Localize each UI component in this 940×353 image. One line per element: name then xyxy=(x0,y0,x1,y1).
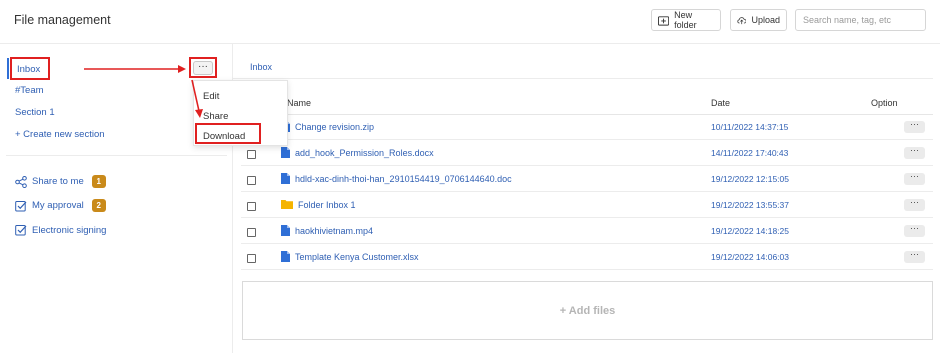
row-checkbox[interactable] xyxy=(247,202,256,211)
folder-name[interactable]: Folder Inbox 1 xyxy=(298,200,356,210)
file-icon xyxy=(281,225,290,236)
sidebar-divider xyxy=(6,155,227,156)
file-name[interactable]: add_hook_Permission_Roles.docx xyxy=(295,148,434,158)
checkbox-icon xyxy=(15,200,27,211)
top-bar: File management New folder Upload xyxy=(0,0,940,44)
row-options-button[interactable]: ··· xyxy=(904,120,925,133)
annotation-box-more-button xyxy=(189,57,217,78)
file-icon xyxy=(281,147,290,158)
sidebar-item-section-1[interactable]: Section 1 xyxy=(15,107,55,118)
checkbox-icon xyxy=(15,225,27,236)
column-header-option: Option xyxy=(871,98,898,108)
electronic-signing-label: Electronic signing xyxy=(32,224,107,236)
breadcrumb-divider xyxy=(233,78,933,79)
page-title: File management xyxy=(14,13,111,27)
create-section-link[interactable]: + Create new section xyxy=(15,129,105,140)
new-folder-icon xyxy=(658,15,670,26)
file-date: 19/12/2022 14:18:25 xyxy=(711,226,789,236)
row-checkbox[interactable] xyxy=(247,228,256,237)
folder-icon xyxy=(281,200,293,209)
row-options-button[interactable]: ··· xyxy=(904,146,925,159)
table-row[interactable]: Folder Inbox 1 19/12/2022 13:55:37 ··· xyxy=(241,192,933,218)
cloud-upload-icon xyxy=(737,16,747,24)
search-input[interactable] xyxy=(795,9,926,31)
upload-label: Upload xyxy=(751,15,780,25)
row-options-button[interactable]: ··· xyxy=(904,172,925,185)
file-name[interactable]: Template Kenya Customer.xlsx xyxy=(295,252,419,262)
file-name[interactable]: hdld-xac-dinh-thoi-han_2910154419_070614… xyxy=(295,174,512,184)
annotation-box-inbox xyxy=(10,57,50,80)
row-checkbox[interactable] xyxy=(247,176,256,185)
file-icon xyxy=(281,251,290,262)
row-options-button[interactable]: ··· xyxy=(904,224,925,237)
my-approval-link[interactable]: My approval 2 xyxy=(15,199,106,212)
table-row[interactable]: haokhivietnam.mp4 19/12/2022 14:18:25 ··… xyxy=(241,218,933,244)
file-date: 19/12/2022 12:15:05 xyxy=(711,174,789,184)
menu-item-share[interactable]: Share xyxy=(203,111,228,122)
share-icon xyxy=(15,175,27,188)
table-row[interactable]: hdld-xac-dinh-thoi-han_2910154419_070614… xyxy=(241,166,933,192)
table-row[interactable]: Change revision.zip 10/11/2022 14:37:15 … xyxy=(241,114,933,140)
new-folder-label: New folder xyxy=(674,10,697,30)
file-name[interactable]: Change revision.zip xyxy=(295,122,374,132)
breadcrumb[interactable]: Inbox xyxy=(250,62,272,72)
row-checkbox[interactable] xyxy=(247,254,256,263)
add-files-dropzone[interactable]: + Add files xyxy=(242,281,933,340)
upload-button[interactable]: Upload xyxy=(730,9,787,31)
file-date: 14/11/2022 17:40:43 xyxy=(711,148,789,158)
annotation-box-download xyxy=(195,123,261,144)
file-date: 19/12/2022 14:06:03 xyxy=(711,252,789,262)
my-approval-count-badge: 2 xyxy=(91,199,106,212)
share-to-me-link[interactable]: Share to me 1 xyxy=(15,175,106,188)
table-row[interactable]: Template Kenya Customer.xlsx 19/12/2022 … xyxy=(241,244,933,270)
active-section-indicator xyxy=(7,58,9,79)
my-approval-label: My approval xyxy=(32,200,84,211)
menu-item-edit[interactable]: Edit xyxy=(203,91,219,102)
electronic-signing-link[interactable]: Electronic signing xyxy=(15,224,106,236)
file-date: 19/12/2022 13:55:37 xyxy=(711,200,789,210)
column-header-date[interactable]: Date xyxy=(711,98,730,108)
share-to-me-count-badge: 1 xyxy=(91,175,106,188)
file-date: 10/11/2022 14:37:15 xyxy=(711,122,789,132)
row-checkbox[interactable] xyxy=(247,150,256,159)
table-row[interactable]: add_hook_Permission_Roles.docx 14/11/202… xyxy=(241,140,933,166)
row-options-button[interactable]: ··· xyxy=(904,198,925,211)
column-header-name[interactable]: Name xyxy=(287,98,311,108)
share-to-me-label: Share to me xyxy=(32,176,84,187)
new-folder-button[interactable]: New folder xyxy=(651,9,721,31)
file-icon xyxy=(281,173,290,184)
file-name[interactable]: haokhivietnam.mp4 xyxy=(295,226,373,236)
sidebar-item-team[interactable]: #Team xyxy=(15,85,44,96)
row-options-button[interactable]: ··· xyxy=(904,250,925,263)
